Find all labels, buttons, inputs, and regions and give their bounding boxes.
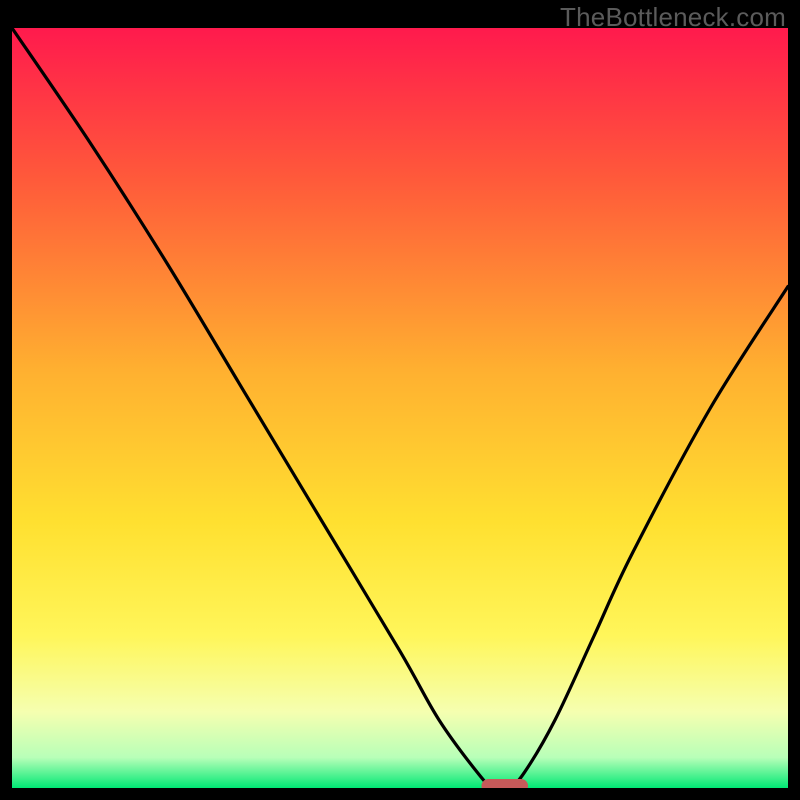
plot-area [12, 28, 788, 788]
bottleneck-chart [12, 28, 788, 788]
gradient-background [12, 28, 788, 788]
chart-frame: TheBottleneck.com [0, 0, 800, 800]
optimal-range-marker [481, 779, 528, 788]
watermark-text: TheBottleneck.com [560, 2, 786, 33]
